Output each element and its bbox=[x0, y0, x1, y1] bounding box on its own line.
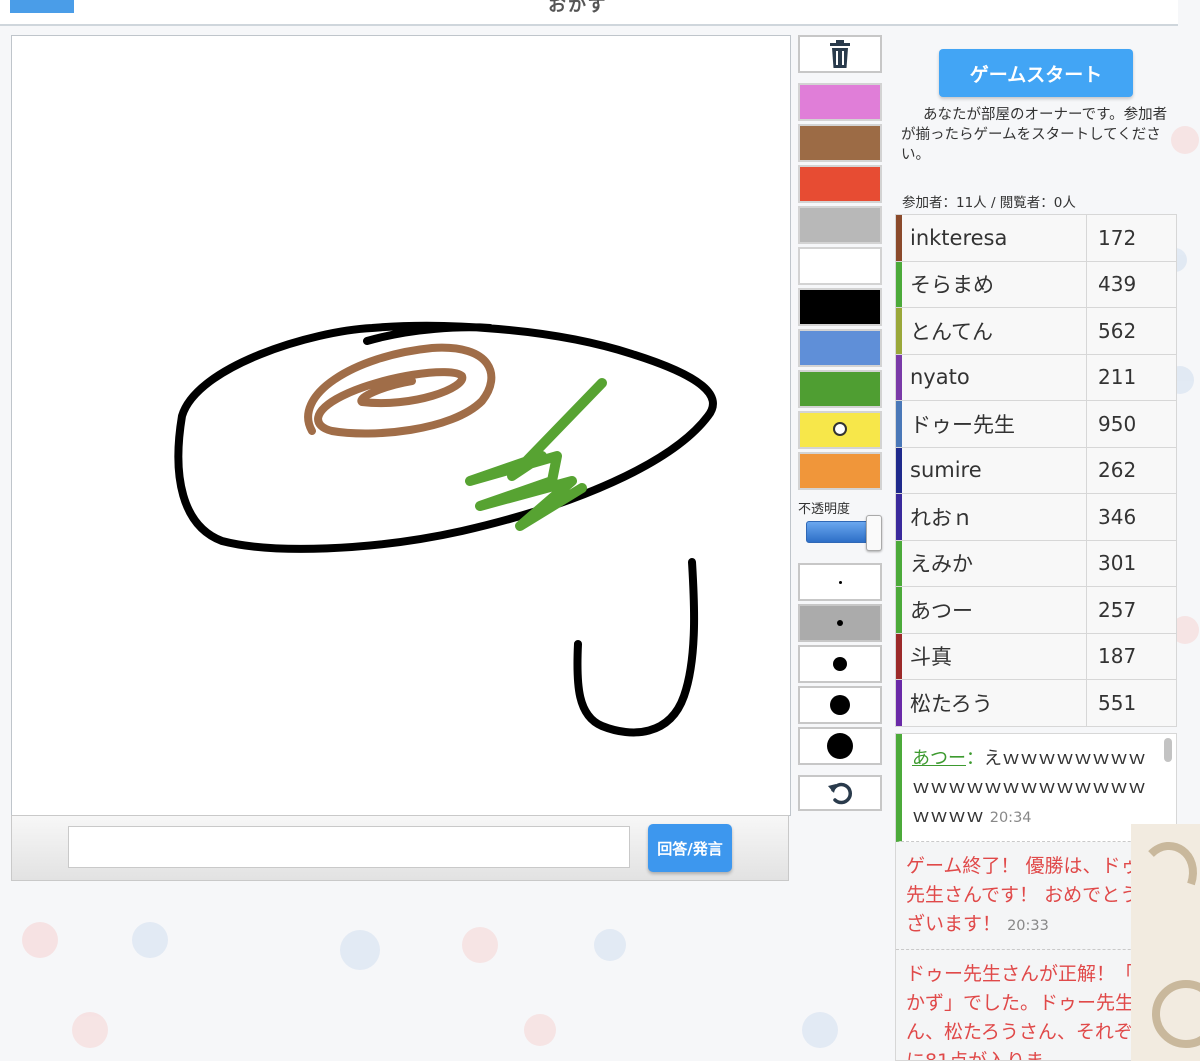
player-row: sumire 262 bbox=[895, 446, 1177, 494]
player-color-bar bbox=[896, 447, 902, 493]
stroke-swirl bbox=[304, 343, 496, 438]
player-score: 301 bbox=[1086, 539, 1177, 587]
room-title: おかず bbox=[548, 0, 608, 16]
color-swatch[interactable] bbox=[798, 288, 882, 326]
player-score: 439 bbox=[1086, 260, 1177, 308]
drawing-canvas[interactable] bbox=[11, 35, 791, 816]
player-row: ドゥー先生 950 bbox=[895, 400, 1177, 448]
brush-size-option[interactable] bbox=[798, 563, 882, 601]
trash-icon bbox=[830, 40, 850, 68]
player-row: あつー 257 bbox=[895, 586, 1177, 634]
player-color-bar bbox=[896, 215, 902, 261]
color-swatch[interactable] bbox=[798, 206, 882, 244]
player-name: れおｎ bbox=[895, 493, 1087, 541]
chat-timestamp: 20:34 bbox=[989, 810, 1032, 826]
undo-icon bbox=[828, 782, 852, 805]
player-color-bar bbox=[896, 494, 902, 540]
selected-indicator-icon bbox=[833, 422, 847, 436]
player-row: れおｎ 346 bbox=[895, 493, 1177, 541]
brush-size-option[interactable] bbox=[798, 645, 882, 683]
player-name: そらまめ bbox=[895, 260, 1087, 308]
clear-canvas-button[interactable] bbox=[798, 35, 882, 73]
player-row: とんてん 562 bbox=[895, 307, 1177, 355]
color-swatch[interactable] bbox=[798, 83, 882, 121]
player-row: 斗真 187 bbox=[895, 632, 1177, 680]
brush-size-option[interactable] bbox=[798, 686, 882, 724]
color-swatch[interactable] bbox=[798, 329, 882, 367]
player-score: 187 bbox=[1086, 632, 1177, 680]
player-color-bar bbox=[896, 587, 902, 633]
player-color-bar bbox=[896, 540, 902, 586]
game-start-button[interactable]: ゲームスタート bbox=[939, 49, 1133, 97]
color-swatch[interactable] bbox=[798, 411, 882, 449]
player-color-bar bbox=[896, 401, 902, 447]
player-score: 257 bbox=[1086, 586, 1177, 634]
chat-text: ドゥー先生さんが正解！「おかず」でした。ドゥー先生さん、松たろうさん、それぞれに… bbox=[906, 963, 1154, 1061]
opacity-label: 不透明度 bbox=[798, 502, 851, 517]
brush-size-option[interactable] bbox=[798, 604, 882, 642]
color-swatch[interactable] bbox=[798, 247, 882, 285]
player-row: えみか 301 bbox=[895, 539, 1177, 587]
opacity-slider-handle[interactable] bbox=[866, 515, 882, 551]
player-score: 551 bbox=[1086, 679, 1177, 727]
player-score: 172 bbox=[1086, 214, 1177, 262]
player-color-bar bbox=[896, 308, 902, 354]
player-color-bar bbox=[896, 680, 902, 726]
answer-input[interactable] bbox=[68, 826, 630, 868]
chat-separator: ： bbox=[966, 748, 984, 769]
participant-count: 参加者：11人 / 閲覧者：0人 bbox=[902, 195, 1076, 211]
brush-dot-icon bbox=[827, 733, 853, 759]
player-row: nyato 211 bbox=[895, 353, 1177, 401]
brush-dot-icon bbox=[833, 657, 847, 671]
player-name: inkteresa bbox=[895, 214, 1087, 262]
player-score: 950 bbox=[1086, 400, 1177, 448]
stroke-zigzag bbox=[465, 378, 607, 531]
player-name: えみか bbox=[895, 539, 1087, 587]
player-name: とんてん bbox=[895, 307, 1087, 355]
chat-username-link[interactable]: あつー bbox=[912, 748, 966, 769]
player-table: inkteresa 172 そらまめ 439 とんてん 562 nyato 211 ドゥー先生 9… bbox=[895, 214, 1177, 727]
answer-bar: 回答/発言 bbox=[11, 815, 789, 881]
color-swatch[interactable] bbox=[798, 165, 882, 203]
chat-scrollbar[interactable] bbox=[1164, 738, 1172, 762]
stroke-hook bbox=[573, 558, 699, 737]
player-name: nyato bbox=[895, 353, 1087, 401]
owner-message: あなたが部屋のオーナーです。参加者が揃ったらゲームをスタートしてください。 bbox=[901, 107, 1168, 163]
player-color-bar bbox=[896, 354, 902, 400]
player-score: 211 bbox=[1086, 353, 1177, 401]
player-score: 346 bbox=[1086, 493, 1177, 541]
player-name: 斗真 bbox=[895, 632, 1087, 680]
player-row: そらまめ 439 bbox=[895, 260, 1177, 308]
player-score: 562 bbox=[1086, 307, 1177, 355]
color-swatch[interactable] bbox=[798, 452, 882, 490]
top-bar: おかず bbox=[0, 0, 1178, 26]
undo-button[interactable] bbox=[798, 775, 882, 811]
stroke-plate bbox=[174, 321, 717, 553]
player-color-bar bbox=[896, 261, 902, 307]
player-name: sumire bbox=[895, 446, 1087, 494]
brush-size-option[interactable] bbox=[798, 727, 882, 765]
brush-dot-icon bbox=[838, 580, 842, 584]
answer-submit-button[interactable]: 回答/発言 bbox=[648, 824, 732, 872]
side-character-image bbox=[1131, 824, 1200, 1061]
player-name: あつー bbox=[895, 586, 1087, 634]
drawing-strokes bbox=[174, 321, 717, 737]
chat-timestamp: 20:33 bbox=[1007, 918, 1049, 934]
brush-dot-icon bbox=[837, 620, 843, 626]
player-color-bar bbox=[896, 633, 902, 679]
brush-dot-icon bbox=[830, 695, 850, 715]
menu-button[interactable] bbox=[10, 0, 74, 13]
player-name: 松たろう bbox=[895, 679, 1087, 727]
player-name: ドゥー先生 bbox=[895, 400, 1087, 448]
color-swatch[interactable] bbox=[798, 370, 882, 408]
player-score: 262 bbox=[1086, 446, 1177, 494]
color-swatch[interactable] bbox=[798, 124, 882, 162]
player-row: inkteresa 172 bbox=[895, 214, 1177, 262]
player-row: 松たろう 551 bbox=[895, 679, 1177, 727]
